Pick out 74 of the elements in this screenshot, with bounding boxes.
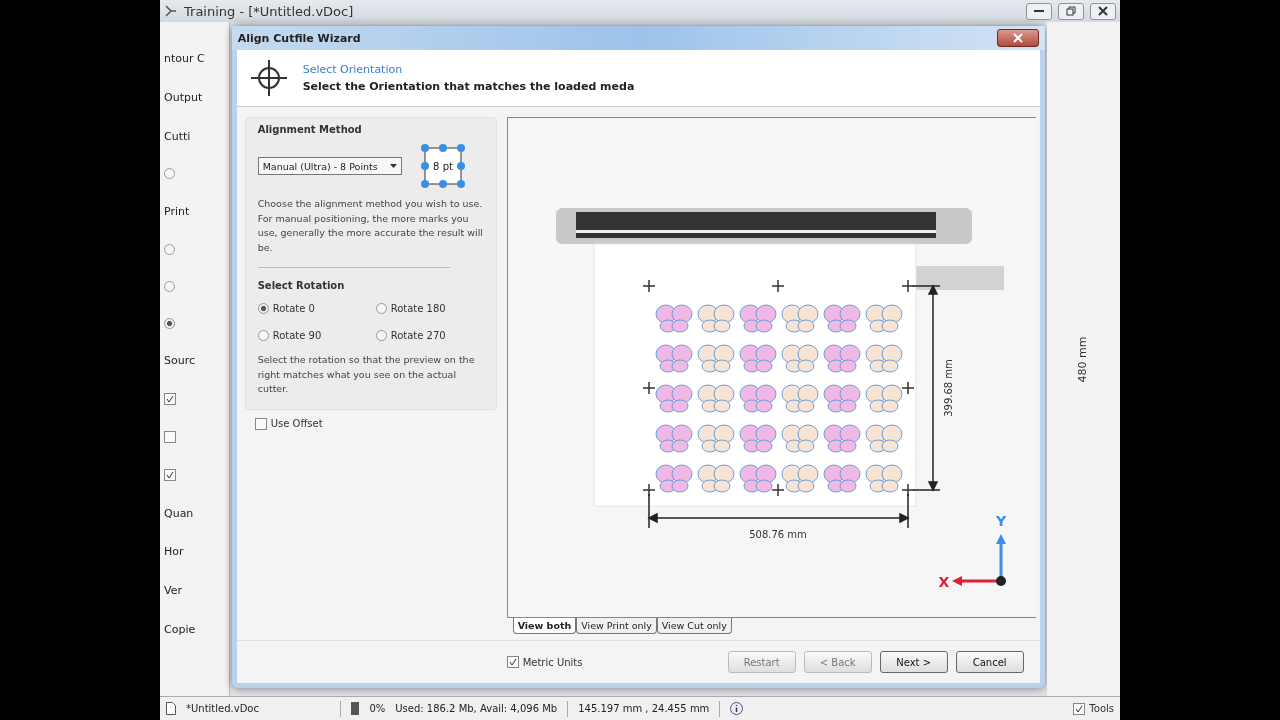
radio-button[interactable] xyxy=(164,317,175,329)
checkmark-icon xyxy=(166,470,174,479)
panel-label: Print xyxy=(164,205,191,219)
minimize-icon xyxy=(1034,9,1044,13)
step-instruction: Select the Orientation that matches the loaded meda xyxy=(302,80,635,93)
panel-label: Hor xyxy=(164,545,185,559)
alignment-method-dropdown[interactable]: Manual (Ultra) - 8 Points xyxy=(257,157,402,175)
panel-label: Cutti xyxy=(164,129,192,143)
rotation-option[interactable]: Rotate 180 xyxy=(375,303,486,314)
view-tab[interactable]: View both xyxy=(512,618,577,634)
radio-button[interactable] xyxy=(375,330,387,341)
wizard-button[interactable]: Next > xyxy=(879,651,948,673)
view-tab[interactable]: View Cut only xyxy=(656,618,732,634)
alignment-description: Choose the alignment method you wish to use. For manual positioning, the more marks you use, generally the more accurate the result will be. xyxy=(257,197,484,255)
checkbox[interactable] xyxy=(164,393,176,406)
section-title: Alignment Method xyxy=(257,124,363,135)
panel-label: Output xyxy=(164,90,204,104)
caret-icon xyxy=(389,164,397,168)
checkbox[interactable] xyxy=(164,430,176,443)
rotation-option[interactable]: Rotate 270 xyxy=(375,330,486,341)
width-label: 508.76 mm xyxy=(748,529,807,540)
document-icon xyxy=(166,702,176,715)
panel-label: Quan xyxy=(164,506,195,520)
height-label: 399.68 mm xyxy=(942,359,954,417)
rotation-option[interactable]: Rotate 0 xyxy=(257,303,376,314)
wizard-button[interactable]: Restart xyxy=(727,651,796,673)
close-button[interactable] xyxy=(996,29,1039,47)
radio-button[interactable] xyxy=(164,244,175,255)
progress-text: 0% xyxy=(369,703,386,714)
wizard-button[interactable]: Cancel xyxy=(955,651,1024,673)
tools-checkbox[interactable]: Tools xyxy=(1063,702,1114,715)
origin-dot xyxy=(995,576,1006,586)
cursor-position: 145.197 mm , 24.455 mm xyxy=(578,703,710,714)
restore-button[interactable] xyxy=(1058,2,1084,20)
restore-icon xyxy=(1066,6,1076,16)
metric-units-checkbox[interactable]: Metric Units xyxy=(506,656,583,668)
radio-button[interactable] xyxy=(375,303,387,314)
x-axis-label: X xyxy=(938,574,950,590)
memory-icon xyxy=(351,702,360,715)
wizard-button[interactable]: < Back xyxy=(803,651,872,673)
minimize-button[interactable] xyxy=(1026,2,1052,20)
radio-button[interactable] xyxy=(164,280,175,292)
eight-point-marks-icon xyxy=(420,144,465,188)
use-offset-checkbox[interactable]: Use Offset xyxy=(244,417,497,430)
panel-label: Copie xyxy=(164,622,197,636)
y-axis-label: Y xyxy=(995,513,1006,529)
checkmark-icon xyxy=(508,658,517,666)
rotation-option[interactable]: Rotate 90 xyxy=(257,330,376,341)
x-axis-arrow xyxy=(951,576,998,586)
close-icon xyxy=(1012,33,1023,43)
panel-label: ntour C xyxy=(164,52,206,65)
memory-text: Used: 186.2 Mb, Avail: 4,096 Mb xyxy=(395,703,558,714)
rotation-description: Select the rotation so that the preview on the right matches what you see on the actual cutter. xyxy=(257,353,476,396)
panel-label: Sourc xyxy=(164,354,196,368)
file-name: *Untitled.vDoc xyxy=(186,703,259,714)
close-icon xyxy=(1098,6,1108,16)
checkmark-icon xyxy=(1075,704,1084,713)
view-tab[interactable]: View Print only xyxy=(576,618,657,634)
radio-button[interactable] xyxy=(164,168,175,180)
close-button[interactable] xyxy=(1090,2,1116,20)
radio-button[interactable] xyxy=(257,330,269,341)
crosshair-icon xyxy=(248,58,289,98)
marks-label: 8 pt xyxy=(432,161,453,172)
app-title: Training - [*Untitled.vDoc] xyxy=(184,3,355,19)
radio-button[interactable] xyxy=(257,303,269,314)
step-title: Select Orientation xyxy=(302,63,404,76)
wizard-title: Align Cutfile Wizard xyxy=(237,31,362,45)
app-logo-icon xyxy=(164,4,178,18)
section-title: Select Rotation xyxy=(257,280,346,291)
info-icon xyxy=(730,702,744,715)
panel-label: Ver xyxy=(164,584,183,598)
checkbox[interactable] xyxy=(164,468,176,481)
dimension-label: 480 mm xyxy=(1076,336,1090,382)
checkmark-icon xyxy=(166,395,174,404)
